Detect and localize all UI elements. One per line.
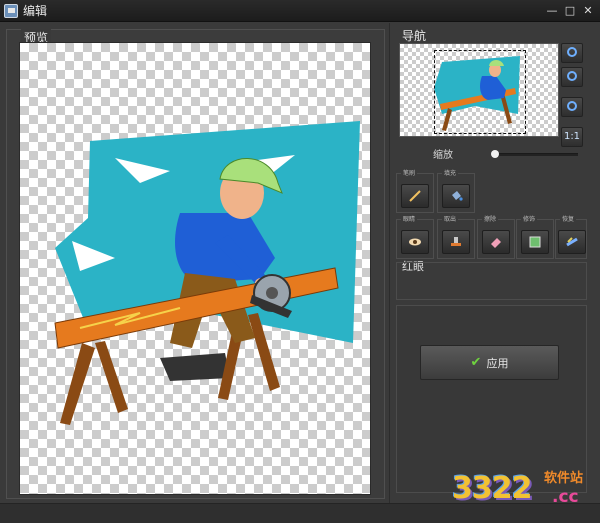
title-bar: 编辑 — □ ✕: [0, 0, 600, 22]
zoom-fit-icon: [567, 101, 577, 111]
apply-button[interactable]: ✔ 应用: [420, 345, 559, 380]
tool-group-label: 填充: [442, 168, 459, 177]
minimize-button[interactable]: —: [544, 3, 560, 18]
redeye-options-panel: [396, 262, 587, 300]
tool-group-eraser: 擦除: [477, 214, 515, 259]
tool-group-fill: 填充: [437, 168, 475, 213]
eye-button[interactable]: [401, 230, 429, 254]
tool-group-label: 取出: [442, 214, 459, 223]
tool-group-stamp: 取出: [437, 214, 475, 259]
window-title: 编辑: [23, 4, 48, 18]
apply-label: 应用: [486, 356, 509, 370]
restore-button[interactable]: [558, 230, 586, 254]
zoom-slider-handle[interactable]: [490, 150, 499, 158]
brush-button[interactable]: [401, 184, 429, 208]
tool-group-label: 擦除: [482, 214, 499, 223]
stamp-button[interactable]: [442, 230, 470, 254]
retouch-button[interactable]: [521, 230, 549, 254]
navigator-thumbnail[interactable]: [399, 43, 559, 137]
navigator-title: 导航: [402, 29, 427, 43]
check-icon: ✔: [470, 355, 482, 370]
close-button[interactable]: ✕: [580, 3, 596, 18]
watermark-site-name: 软件站: [544, 471, 584, 486]
eraser-icon: [491, 238, 501, 248]
panel-divider: [389, 23, 390, 503]
zoom-out-icon: [567, 71, 577, 81]
eye-icon: [409, 238, 421, 246]
zoom-in-icon: [567, 47, 577, 57]
preview-canvas[interactable]: [19, 42, 371, 495]
zoom-slider-track[interactable]: [492, 153, 578, 156]
tool-group-restore: 恢复: [555, 214, 587, 259]
stamp-icon: [451, 237, 461, 246]
zoom-controls: 1:1: [561, 43, 583, 147]
preview-panel: 预览: [6, 29, 385, 499]
eraser-button[interactable]: [482, 230, 510, 254]
tool-group-eye: 眼睛: [396, 214, 434, 259]
zoom-fit-button[interactable]: [561, 97, 583, 117]
clipart-image: [54, 121, 360, 425]
app-icon: [4, 3, 18, 18]
window-controls: — □ ✕: [544, 3, 596, 18]
zoom-in-button[interactable]: [561, 43, 583, 63]
watermark-domain: .cc: [552, 487, 579, 507]
tool-group-brush: 笔刷: [396, 168, 434, 213]
tool-group-label: 笔刷: [401, 168, 418, 177]
navigator-viewport[interactable]: [434, 50, 526, 134]
brush-icon: [409, 190, 421, 202]
zoom-out-button[interactable]: [561, 67, 583, 87]
tool-group-label: 眼睛: [401, 214, 418, 223]
zoom-label: 缩放: [433, 150, 453, 161]
tool-group-label: 修饰: [521, 214, 538, 223]
site-watermark-logo: 3322 软件站 .cc: [452, 463, 598, 519]
maximize-button[interactable]: □: [562, 3, 578, 18]
actual-size-button[interactable]: 1:1: [561, 127, 583, 147]
fill-button[interactable]: [442, 184, 470, 208]
tool-group-label: 恢复: [560, 214, 577, 223]
tool-group-retouch: 修饰: [516, 214, 554, 259]
restore-icon: [566, 237, 578, 247]
watermark-number: 3322: [452, 471, 532, 506]
retouch-icon: [529, 236, 541, 248]
fill-bucket-icon: [452, 191, 463, 201]
